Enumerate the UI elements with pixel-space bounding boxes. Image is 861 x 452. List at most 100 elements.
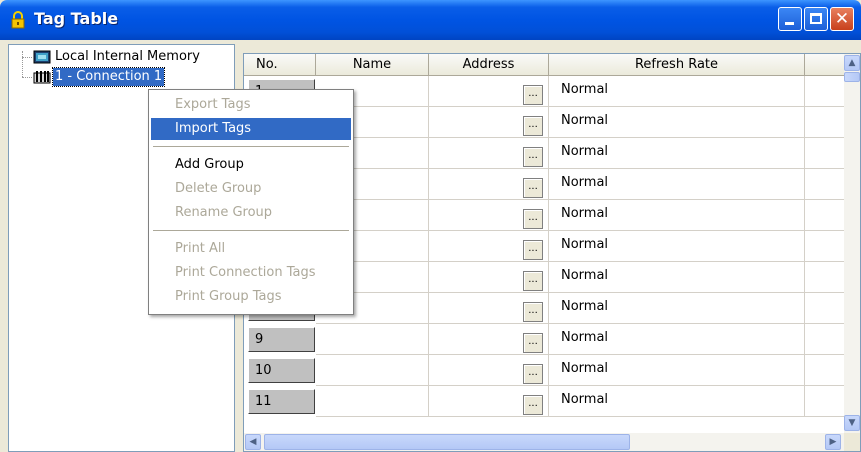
address-browse-button[interactable]: ... <box>523 240 543 260</box>
column-header-address[interactable]: Address <box>429 54 549 76</box>
refresh-rate-value: Normal <box>561 82 609 97</box>
tree-connector <box>22 77 32 78</box>
vertical-scrollbar[interactable]: ▲ ▼ <box>844 54 860 433</box>
vertical-scroll-thumb[interactable] <box>844 72 860 82</box>
refresh-rate-cell[interactable]: Normal <box>549 231 805 262</box>
refresh-rate-value: Normal <box>561 113 609 128</box>
menu-item-export-tags: Export Tags <box>175 97 251 112</box>
address-browse-button[interactable]: ... <box>523 333 543 353</box>
title-bar[interactable]: Tag Table ✕ <box>0 0 861 40</box>
refresh-rate-value: Normal <box>561 299 609 314</box>
address-browse-button[interactable]: ... <box>523 85 543 105</box>
extra-cell <box>805 324 845 355</box>
resize-grip[interactable] <box>844 433 860 451</box>
menu-separator <box>153 146 349 147</box>
grid-header: No. Name Address Refresh Rate <box>244 54 845 76</box>
refresh-rate-value: Normal <box>561 206 609 221</box>
tag-table-window: Tag Table ✕ Local Internal Memory 1 - Co… <box>0 0 861 452</box>
horizontal-scroll-thumb[interactable] <box>264 434 630 450</box>
address-browse-button[interactable]: ... <box>523 271 543 291</box>
refresh-rate-cell[interactable]: Normal <box>549 76 805 107</box>
memory-icon <box>33 50 51 64</box>
refresh-rate-value: Normal <box>561 268 609 283</box>
row-number-cell[interactable]: 11 <box>248 389 315 414</box>
refresh-rate-cell[interactable]: Normal <box>549 386 805 417</box>
tree-connector <box>22 51 23 77</box>
menu-item-print-all: Print All <box>175 241 226 256</box>
name-cell[interactable] <box>316 386 429 417</box>
address-cell[interactable]: ... <box>429 355 549 386</box>
refresh-rate-value: Normal <box>561 144 609 159</box>
column-header-name[interactable]: Name <box>316 54 429 76</box>
address-cell[interactable]: ... <box>429 293 549 324</box>
row-number-cell[interactable]: 9 <box>248 327 315 352</box>
address-browse-button[interactable]: ... <box>523 116 543 136</box>
refresh-rate-cell[interactable]: Normal <box>549 107 805 138</box>
scroll-down-button[interactable]: ▼ <box>844 415 860 431</box>
extra-cell <box>805 107 845 138</box>
column-header-extra <box>805 54 845 76</box>
address-cell[interactable]: ... <box>429 262 549 293</box>
column-header-refresh-rate[interactable]: Refresh Rate <box>549 54 805 76</box>
extra-cell <box>805 293 845 324</box>
address-browse-button[interactable]: ... <box>523 302 543 322</box>
menu-item-print-connection-tags: Print Connection Tags <box>175 265 316 280</box>
address-browse-button[interactable]: ... <box>523 364 543 384</box>
tree-item-label: 1 - Connection 1 <box>51 67 166 87</box>
extra-cell <box>805 262 845 293</box>
menu-item-print-group-tags: Print Group Tags <box>175 289 282 304</box>
refresh-rate-cell[interactable]: Normal <box>549 262 805 293</box>
minimize-button[interactable] <box>778 7 802 31</box>
extra-cell <box>805 169 845 200</box>
extra-cell <box>805 76 845 107</box>
address-cell[interactable]: ... <box>429 169 549 200</box>
refresh-rate-cell[interactable]: Normal <box>549 293 805 324</box>
window-title: Tag Table <box>34 9 119 28</box>
name-cell[interactable] <box>316 324 429 355</box>
context-menu: Export Tags Import Tags Add Group Delete… <box>148 89 354 315</box>
address-cell[interactable]: ... <box>429 107 549 138</box>
horizontal-scrollbar[interactable]: ◀ ▶ <box>244 433 844 451</box>
address-cell[interactable]: ... <box>429 324 549 355</box>
tree-item-label: Local Internal Memory <box>55 49 200 64</box>
scroll-up-button[interactable]: ▲ <box>844 55 860 71</box>
address-cell[interactable]: ... <box>429 231 549 262</box>
address-cell[interactable]: ... <box>429 386 549 417</box>
refresh-rate-value: Normal <box>561 361 609 376</box>
scroll-left-button[interactable]: ◀ <box>245 434 261 450</box>
refresh-rate-value: Normal <box>561 175 609 190</box>
menu-item-delete-group: Delete Group <box>175 181 262 196</box>
menu-item-import-tags[interactable]: Import Tags <box>151 118 351 140</box>
maximize-icon <box>810 13 822 24</box>
window-content: Local Internal Memory 1 - Connection 1 N… <box>3 40 861 452</box>
address-cell[interactable]: ... <box>429 76 549 107</box>
refresh-rate-cell[interactable]: Normal <box>549 200 805 231</box>
table-row[interactable]: 10... Normal <box>244 355 845 386</box>
refresh-rate-cell[interactable]: Normal <box>549 324 805 355</box>
table-row[interactable]: 11... Normal <box>244 386 845 417</box>
extra-cell <box>805 231 845 262</box>
refresh-rate-cell[interactable]: Normal <box>549 138 805 169</box>
table-row[interactable]: 9... Normal <box>244 324 845 355</box>
close-button[interactable]: ✕ <box>830 7 854 31</box>
menu-item-add-group[interactable]: Add Group <box>151 154 351 176</box>
refresh-rate-cell[interactable]: Normal <box>549 355 805 386</box>
refresh-rate-cell[interactable]: Normal <box>549 169 805 200</box>
extra-cell <box>805 138 845 169</box>
padlock-icon <box>11 11 25 29</box>
name-cell[interactable] <box>316 355 429 386</box>
extra-cell <box>805 200 845 231</box>
address-browse-button[interactable]: ... <box>523 209 543 229</box>
maximize-button[interactable] <box>804 7 828 31</box>
column-header-no[interactable]: No. <box>244 54 316 76</box>
refresh-rate-value: Normal <box>561 237 609 252</box>
menu-item-rename-group: Rename Group <box>175 205 273 220</box>
address-cell[interactable]: ... <box>429 138 549 169</box>
scroll-right-button[interactable]: ▶ <box>825 434 841 450</box>
refresh-rate-value: Normal <box>561 392 609 407</box>
address-browse-button[interactable]: ... <box>523 147 543 167</box>
address-browse-button[interactable]: ... <box>523 395 543 415</box>
address-browse-button[interactable]: ... <box>523 178 543 198</box>
address-cell[interactable]: ... <box>429 200 549 231</box>
row-number-cell[interactable]: 10 <box>248 358 315 383</box>
